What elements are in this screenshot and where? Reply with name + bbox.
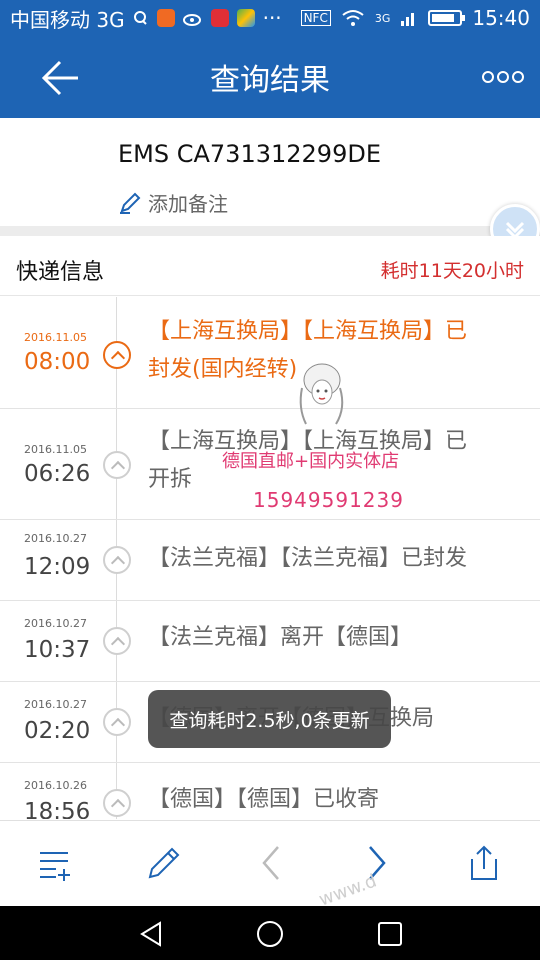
- entry-time: 12:09: [24, 554, 91, 580]
- list-add-icon[interactable]: [36, 843, 76, 883]
- wifi-icon: [342, 10, 364, 26]
- timeline-entry[interactable]: 2016.11.05 08:00 【上海互换局】【上海互换局】已 封发(国内经转…: [0, 297, 540, 409]
- page-title: 查询结果: [210, 63, 330, 98]
- entry-date: 2016.10.26: [24, 779, 87, 792]
- clock: 15:40: [472, 6, 530, 30]
- share-icon[interactable]: [464, 843, 504, 883]
- app-icon-2: [210, 9, 229, 27]
- entry-date: 2016.11.05: [24, 443, 87, 456]
- timeline-entry[interactable]: 2016.10.27 10:37 【法兰克福】离开【德国】: [0, 601, 540, 682]
- overlay-avatar-image: [299, 363, 344, 425]
- back-arrow-icon[interactable]: [38, 56, 82, 100]
- bottom-toolbar: [0, 820, 540, 906]
- entry-description: 【法兰克福】离开【德国】: [148, 619, 524, 657]
- entry-date: 2016.11.05: [24, 331, 87, 344]
- timeline-entry[interactable]: 2016.10.26 18:56 【德国】【德国】已收寄: [0, 763, 540, 819]
- entry-line: 【上海互换局】【上海互换局】已: [148, 319, 468, 344]
- more-options-icon[interactable]: [482, 70, 524, 84]
- entry-line: 【法兰克福】离开【德国】: [148, 625, 413, 650]
- pencil-icon: [120, 192, 141, 214]
- nav-home-icon[interactable]: [255, 919, 285, 949]
- section-divider: [0, 226, 540, 236]
- entry-line: 【法兰克福】【法兰克福】已封发: [148, 546, 468, 571]
- entry-time: 08:00: [24, 349, 91, 375]
- weibo-icon: [182, 14, 201, 26]
- signal-icon: [401, 13, 415, 26]
- chevron-up-icon: [103, 341, 131, 369]
- overlay-shop-name: 德国直邮+国内实体店: [222, 451, 400, 472]
- section-title: 快递信息: [16, 260, 105, 285]
- tracking-header: EMS CA731312299DE 添加备注: [0, 118, 540, 226]
- add-note-button[interactable]: 添加备注: [118, 188, 228, 217]
- entry-date: 2016.10.27: [24, 698, 87, 711]
- elapsed-time: 耗时11天20小时: [380, 260, 524, 282]
- chevron-up-icon: [103, 789, 131, 817]
- system-nav-bar: [0, 906, 540, 960]
- nav-recents-icon[interactable]: [375, 919, 405, 949]
- nfc-icon: NFC: [300, 10, 331, 26]
- express-info-header: 快递信息 耗时11天20小时: [0, 236, 540, 296]
- chevron-up-icon: [103, 627, 131, 655]
- chevron-up-icon: [103, 708, 131, 736]
- entry-time: 10:37: [24, 637, 91, 663]
- timeline-entry[interactable]: 2016.10.27 12:09 【法兰克福】【法兰克福】已封发: [0, 520, 540, 601]
- nav-back-icon[interactable]: [136, 919, 166, 949]
- chat-icon: [133, 11, 147, 25]
- battery-icon: [428, 10, 466, 26]
- app-bar: 查询结果: [0, 36, 540, 118]
- entry-description: 【法兰克福】【法兰克福】已封发: [148, 540, 524, 578]
- app-icon-1: [156, 9, 175, 27]
- chevron-up-icon: [103, 451, 131, 479]
- app-icon-3: [236, 9, 255, 27]
- edit-icon[interactable]: [144, 843, 184, 883]
- overlay-phone: 15949591239: [253, 488, 404, 512]
- toast-message: 查询耗时2.5秒,0条更新: [148, 690, 391, 748]
- add-note-label: 添加备注: [148, 192, 228, 216]
- status-bar: 中国移动 3G ··· NFC 3G 15:40: [0, 0, 540, 36]
- network-type-label: 3G: [374, 11, 391, 25]
- chevron-up-icon: [103, 546, 131, 574]
- entry-time: 02:20: [24, 718, 91, 744]
- previous-icon[interactable]: [252, 843, 292, 883]
- entry-time: 06:26: [24, 461, 91, 487]
- more-notifications-icon: ···: [262, 6, 282, 30]
- entry-date: 2016.10.27: [24, 617, 87, 630]
- entry-time: 18:56: [24, 799, 91, 819]
- entry-date: 2016.10.27: [24, 532, 87, 545]
- tracking-number: EMS CA731312299DE: [118, 140, 381, 168]
- entry-description: 【德国】【德国】已收寄: [148, 781, 524, 819]
- carrier-label: 中国移动 3G: [10, 7, 125, 32]
- entry-line: 【德国】【德国】已收寄: [148, 787, 380, 812]
